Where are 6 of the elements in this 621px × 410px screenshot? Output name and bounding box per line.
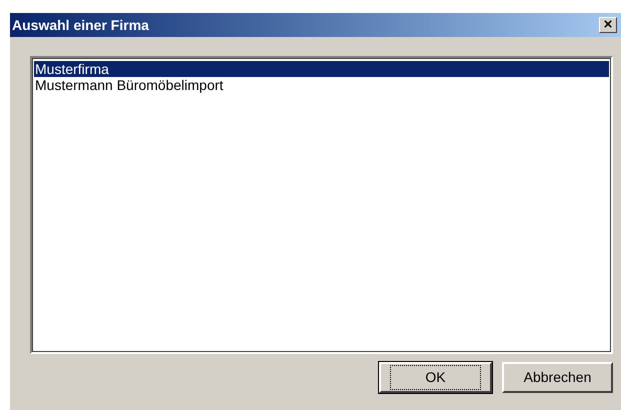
ok-button[interactable]: OK <box>379 362 492 393</box>
list-item[interactable]: Musterfirma <box>34 61 609 77</box>
window-title: Auswahl einer Firma <box>12 16 149 34</box>
list-item[interactable]: Mustermann Büromöbelimport <box>34 77 609 93</box>
cancel-button[interactable]: Abbrechen <box>502 362 613 393</box>
close-button[interactable]: × <box>599 17 617 33</box>
